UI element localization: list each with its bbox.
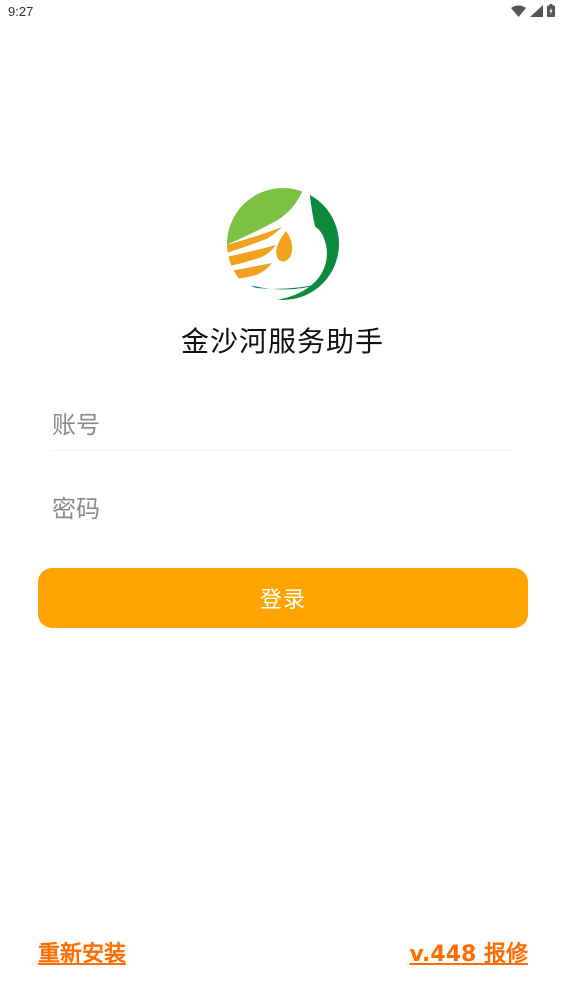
account-input[interactable] <box>52 400 512 450</box>
app-title: 金沙河服务助手 <box>180 325 384 358</box>
battery-icon <box>547 4 555 17</box>
password-input[interactable] <box>52 484 512 534</box>
signal-icon <box>530 4 543 17</box>
wifi-icon <box>511 5 526 17</box>
version-report-link[interactable]: v.448 报修 <box>410 936 529 968</box>
status-bar: 9:27 <box>0 0 565 24</box>
password-field[interactable] <box>52 484 512 534</box>
status-time: 9:27 <box>8 4 34 19</box>
status-icons <box>511 4 555 17</box>
reinstall-link[interactable]: 重新安装 <box>38 936 126 968</box>
account-field[interactable] <box>52 400 512 451</box>
jinshahe-logo-icon <box>226 187 340 301</box>
login-button[interactable]: 登录 <box>38 568 528 628</box>
